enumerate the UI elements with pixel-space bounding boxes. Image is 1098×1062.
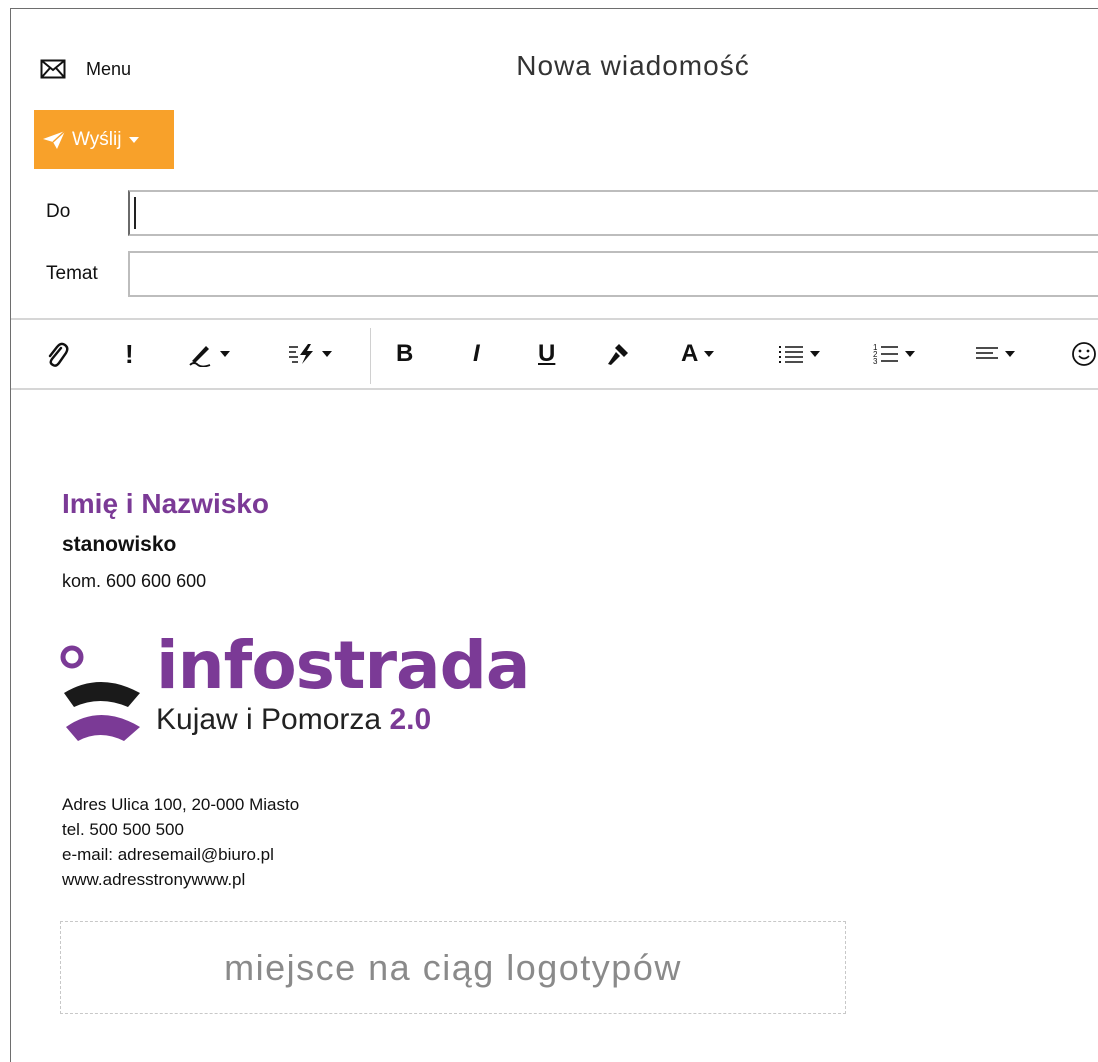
logo-version: 2.0 — [389, 703, 432, 736]
send-label: Wyślij — [72, 128, 122, 150]
numbered-list-button[interactable]: 1 2 3 — [873, 320, 915, 388]
paperclip-icon — [48, 342, 69, 367]
align-button[interactable] — [975, 320, 1015, 388]
to-field[interactable] — [128, 190, 1098, 236]
logo-region: Kujaw i Pomorza — [156, 703, 382, 736]
signature-contact: Adres Ulica 100, 20-000 Miasto tel. 500 … — [62, 792, 299, 892]
font-color-icon: A — [681, 340, 699, 367]
toolbar-divider — [370, 328, 371, 384]
chevron-down-icon — [322, 351, 332, 357]
chevron-down-icon — [810, 351, 820, 357]
quick-parts-button[interactable] — [288, 320, 332, 388]
font-color-button[interactable]: A — [681, 320, 715, 388]
format-painter-icon — [608, 344, 628, 365]
signature-icon — [189, 346, 211, 367]
exclamation-icon: ! — [125, 338, 134, 369]
signature-phone: tel. 500 500 500 — [62, 820, 184, 839]
signature-mobile: kom. 600 600 600 — [62, 571, 207, 591]
signature-name: Imię i Nazwisko — [62, 488, 269, 519]
emoji-icon — [1072, 342, 1096, 366]
subject-label: Temat — [46, 263, 98, 284]
envelope-icon — [40, 59, 66, 79]
chevron-down-icon — [905, 351, 915, 357]
bold-icon: B — [396, 340, 414, 367]
italic-button[interactable]: I — [473, 320, 480, 388]
bulleted-list-icon — [779, 346, 803, 363]
signature-position: stanowisko — [62, 533, 177, 556]
bold-button[interactable]: B — [396, 320, 413, 388]
signature-email: e-mail: adresemail@biuro.pl — [62, 845, 274, 864]
bulleted-list-button[interactable] — [778, 320, 820, 388]
chevron-down-icon — [704, 351, 715, 357]
logo-subtitle: Kujaw i Pomorza 2.0 — [156, 703, 431, 737]
menu-label: Menu — [86, 58, 132, 79]
svg-text:3: 3 — [873, 357, 878, 366]
subject-field[interactable] — [128, 251, 1098, 297]
signature-button[interactable] — [188, 320, 230, 388]
page-title: Nowa wiadomość — [516, 50, 750, 81]
numbered-list-icon: 1 2 3 — [873, 343, 898, 366]
chevron-down-icon — [1005, 351, 1015, 357]
underline-button[interactable]: U — [538, 320, 555, 388]
italic-icon: I — [473, 340, 480, 367]
logos-placeholder: miejsce na ciąg logotypów — [60, 921, 846, 1014]
menu-button[interactable]: Menu — [40, 54, 131, 84]
attach-button[interactable] — [45, 320, 69, 388]
underline-icon: U — [538, 340, 556, 367]
send-button[interactable]: Wyślij — [34, 110, 174, 169]
signature-address: Adres Ulica 100, 20-000 Miasto — [62, 795, 300, 814]
formatting-toolbar: ! B I U A 1 2 3 — [11, 318, 1098, 390]
paper-plane-icon — [43, 129, 66, 149]
logo-wordmark: infostrada — [156, 627, 530, 704]
infostrada-logo-mark — [60, 645, 140, 741]
to-label: Do — [46, 201, 71, 222]
signature-website: www.adresstronywww.pl — [62, 870, 246, 889]
chevron-down-icon — [129, 136, 140, 143]
format-painter-button[interactable] — [605, 320, 631, 388]
chevron-down-icon — [220, 351, 230, 357]
align-left-icon — [976, 347, 998, 359]
text-cursor — [134, 197, 136, 229]
importance-button[interactable]: ! — [125, 320, 134, 388]
quick-parts-icon — [289, 344, 313, 364]
infostrada-logo: infostrada Kujaw i Pomorza 2.0 — [60, 633, 530, 753]
emoji-button[interactable] — [1071, 320, 1097, 388]
